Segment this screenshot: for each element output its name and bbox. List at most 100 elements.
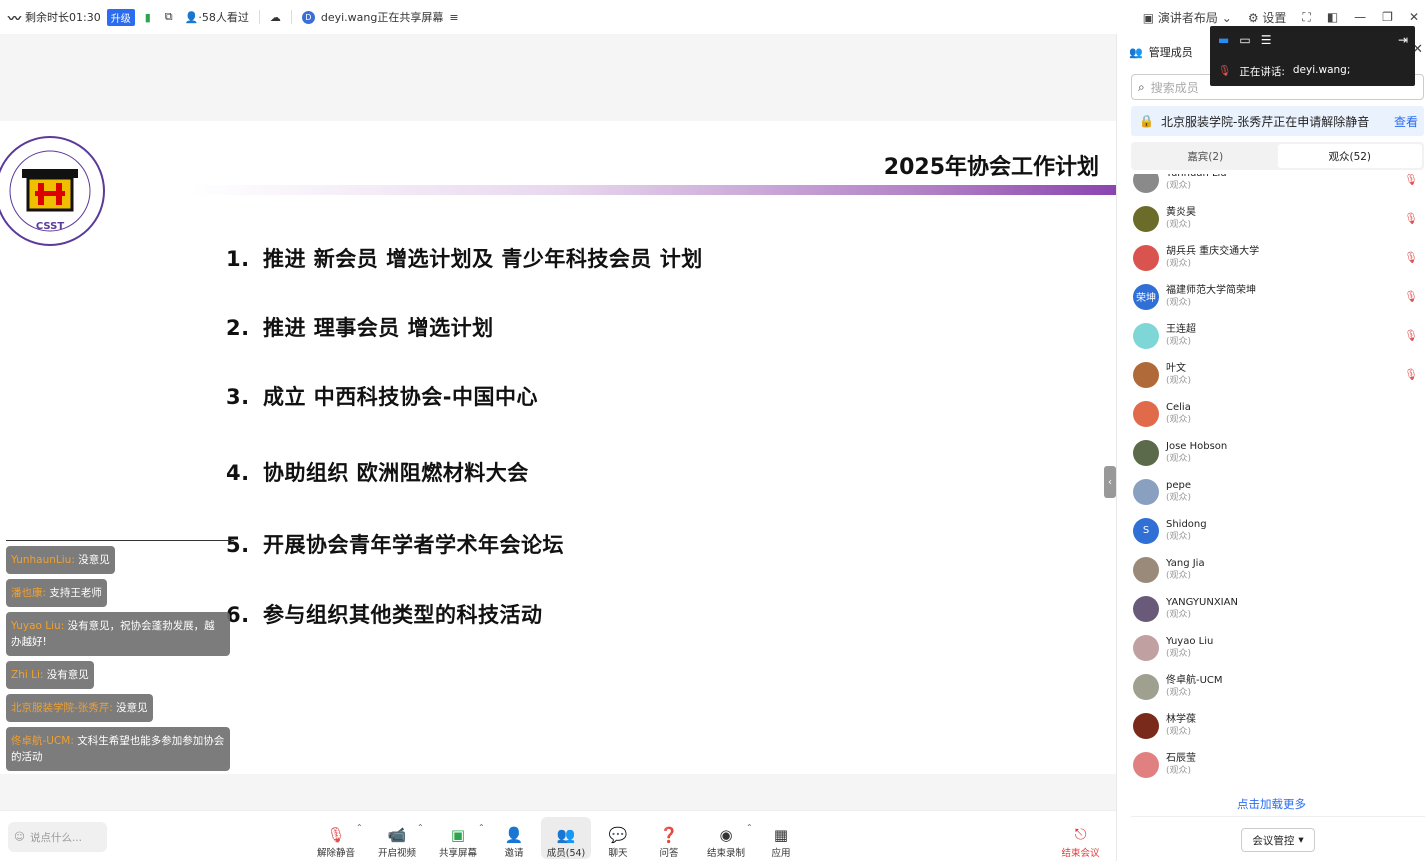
sidebar-toggle-icon[interactable]: ◧	[1327, 10, 1338, 24]
tab-audience[interactable]: 观众(52)	[1277, 144, 1422, 168]
avatar	[1133, 400, 1159, 427]
member-name: 福建师范大学简荣坤	[1166, 284, 1256, 296]
add-user-icon: 👤	[504, 826, 524, 844]
record-button[interactable]: ◉ 结束录制	[704, 817, 748, 859]
video-off-icon: 📹	[387, 826, 407, 844]
chat-input-placeholder: 说点什么...	[29, 831, 82, 844]
plan-item: 5. 开展协会青年学者学术年会论坛	[226, 533, 564, 557]
emoji-icon[interactable]: ☺	[14, 831, 25, 843]
panel-title: 管理成员	[1148, 46, 1193, 59]
qa-button[interactable]: ❓ 问答	[656, 817, 682, 859]
load-more-link[interactable]: 点击加载更多	[1117, 796, 1425, 812]
chat-message: YunhaunLiu: 没意见	[6, 546, 115, 574]
avatar	[1133, 634, 1159, 661]
member-row[interactable]: pepe (观众)	[1133, 472, 1418, 511]
minimize-icon[interactable]: ▬	[1218, 33, 1229, 47]
list-icon[interactable]: ☰	[1261, 33, 1272, 47]
member-row[interactable]: Yang Jia (观众)	[1133, 550, 1418, 589]
chat-message: 北京服装学院-张秀芹: 没意见	[6, 694, 153, 722]
member-row[interactable]: 荣坤 福建师范大学简荣坤 (观众) 🎙	[1133, 277, 1418, 316]
signal-icon: ▮	[144, 10, 151, 24]
viewers-count[interactable]: ·58人看过	[198, 9, 249, 25]
member-role: (观众)	[1166, 726, 1192, 737]
meeting-control-button[interactable]: 会议管控 ▾	[1241, 828, 1315, 852]
sharing-menu-icon[interactable]: ≡	[449, 11, 458, 24]
close-window-icon[interactable]: ✕	[1409, 10, 1419, 24]
unmute-request-banner: 🔒 北京服装学院-张秀芹正在申请解除静音 查看	[1131, 106, 1424, 136]
member-row[interactable]: 叶文 (观众) 🎙	[1133, 355, 1418, 394]
member-tabs: 嘉宾(2) 观众(52)	[1131, 142, 1424, 170]
mic-muted-icon[interactable]: 🎙	[1404, 251, 1418, 264]
unmute-button[interactable]: 🎙 解除静音	[315, 817, 357, 859]
member-name: 佟卓航-UCM	[1166, 674, 1223, 686]
settings-button[interactable]: ⚙ 设置	[1248, 9, 1287, 26]
gear-icon: ⚙	[1247, 10, 1259, 25]
lock-icon: 🔒	[1139, 114, 1154, 128]
apps-button[interactable]: ▦ 应用	[768, 817, 794, 859]
layout-icon: ▣	[1142, 10, 1155, 25]
avatar	[1133, 478, 1159, 505]
collapse-panel-button[interactable]: ‹	[1104, 466, 1116, 498]
mic-muted-icon[interactable]: 🎙	[1404, 329, 1418, 342]
member-row[interactable]: Celia (观众)	[1133, 394, 1418, 433]
popout-icon[interactable]: ⧉	[165, 10, 173, 24]
end-meeting-button[interactable]: ⎋ 结束会议	[1058, 817, 1103, 859]
member-row[interactable]: Yuyao Liu (观众)	[1133, 628, 1418, 667]
mic-muted-icon[interactable]: 🎙	[1404, 174, 1418, 186]
member-name: 黄炎昊	[1166, 206, 1196, 218]
member-row[interactable]: S Shidong (观众)	[1133, 511, 1418, 550]
viewers-icon: 👤	[184, 10, 199, 24]
tab-guests[interactable]: 嘉宾(2)	[1133, 144, 1278, 168]
member-name: 胡兵兵 重庆交通大学	[1166, 245, 1260, 257]
member-list: Yunhuan Liu(观众)🎙黄炎昊(观众)🎙胡兵兵 重庆交通大学(观众)🎙荣…	[1117, 174, 1425, 794]
view-link[interactable]: 查看	[1394, 113, 1418, 130]
chat-message: 潘也康: 支持王老师	[6, 579, 107, 607]
qa-label: 问答	[659, 848, 679, 859]
restore-icon[interactable]: ❐	[1382, 10, 1393, 24]
sharing-status: deyi.wang正在共享屏幕	[320, 11, 444, 24]
upgrade-button[interactable]: 升级	[106, 8, 135, 26]
caret-down-icon: ▾	[1298, 834, 1304, 846]
invite-button[interactable]: 👤 邀请	[500, 817, 528, 859]
mic-muted-icon[interactable]: 🎙	[1404, 212, 1418, 225]
minimize-icon[interactable]: —	[1354, 10, 1366, 24]
member-row[interactable]: Yunhuan Liu(观众) 🎙	[1133, 174, 1418, 199]
chevron-up-icon[interactable]: ⌃	[746, 823, 753, 832]
member-row[interactable]: Jose Hobson (观众)	[1133, 433, 1418, 472]
chat-message: Yuyao Liu: 没有意见，祝协会蓬勃发展，越办越好!	[6, 612, 230, 656]
member-row[interactable]: 胡兵兵 重庆交通大学 (观众) 🎙	[1133, 238, 1418, 277]
member-role: (观众)	[1166, 336, 1192, 347]
end-label: 结束会议	[1061, 848, 1100, 859]
member-row[interactable]: YANGYUNXIAN (观众)	[1133, 589, 1418, 628]
member-row[interactable]: 石辰莹 (观众)	[1133, 745, 1418, 784]
meeting-logo-icon: 〰	[8, 11, 22, 27]
member-row[interactable]: 黄炎昊 (观众) 🎙	[1133, 199, 1418, 238]
time-left: 剩余时长01:30	[25, 11, 101, 24]
member-row[interactable]: 王连超 (观众) 🎙	[1133, 316, 1418, 355]
chevron-up-icon[interactable]: ⌃	[417, 823, 424, 832]
meeting-control-label: 会议管控	[1252, 834, 1295, 847]
member-row[interactable]: 佟卓航-UCM (观众)	[1133, 667, 1418, 706]
expand-icon[interactable]: ⇥	[1398, 33, 1408, 47]
logo-text: CSST	[36, 221, 64, 232]
video-label: 开启视频	[377, 848, 416, 859]
share-screen-button[interactable]: ▣ 共享屏幕	[437, 817, 479, 859]
exit-icon: ⎋	[1074, 825, 1087, 843]
member-row[interactable]: 林学葆 (观众)	[1133, 706, 1418, 745]
chevron-up-icon[interactable]: ⌃	[356, 823, 363, 832]
member-role: (观众)	[1166, 648, 1192, 659]
video-button[interactable]: 📹 开启视频	[376, 817, 418, 859]
chat-button[interactable]: 💬 聊天	[605, 817, 631, 859]
mic-muted-icon[interactable]: 🎙	[1404, 290, 1418, 303]
mic-muted-icon[interactable]: 🎙	[1404, 368, 1418, 381]
window-icon[interactable]: ▭	[1239, 33, 1250, 47]
cloud-record-icon[interactable]: ☁	[270, 11, 281, 24]
avatar	[1133, 556, 1159, 583]
member-name: 林学葆	[1166, 713, 1196, 725]
layout-button[interactable]: ▣ 演讲者布局 ⌄	[1143, 9, 1232, 26]
chevron-up-icon[interactable]: ⌃	[478, 823, 485, 832]
members-button[interactable]: 👥 成员(54)	[541, 817, 591, 859]
fullscreen-icon[interactable]: ⛶	[1302, 10, 1310, 25]
avatar	[1133, 751, 1159, 778]
chat-input[interactable]: ☺ 说点什么...	[8, 822, 107, 852]
